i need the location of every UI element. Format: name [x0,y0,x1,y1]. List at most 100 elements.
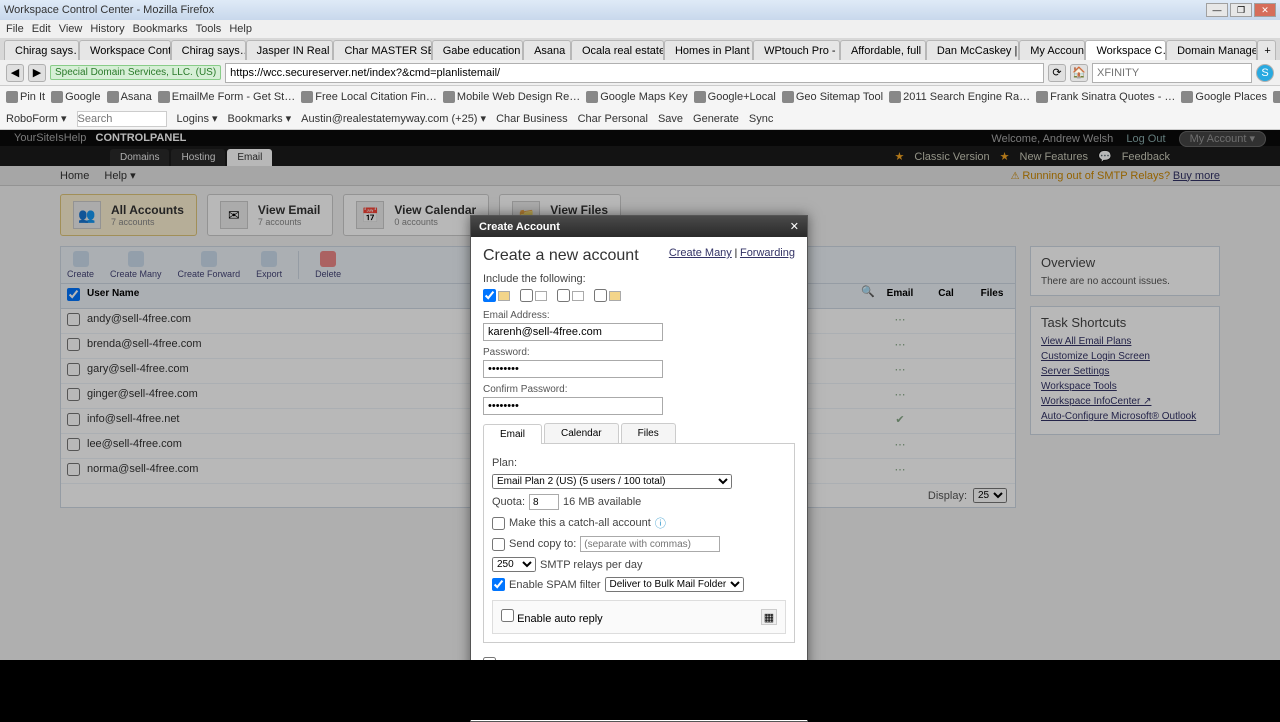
modal-close-icon[interactable]: ✕ [790,220,799,233]
password-field[interactable] [483,360,663,378]
favicon-icon [107,91,119,103]
menu-file[interactable]: File [6,23,24,35]
spam-action-select[interactable]: Deliver to Bulk Mail Folder [605,577,744,592]
browser-tab[interactable]: Chirag says… [4,40,79,60]
bookmark-item[interactable]: Geo Sitemap Tool [782,91,883,103]
rf-generate[interactable]: Generate [693,113,739,125]
autoreply-checkbox[interactable] [501,609,514,622]
minimize-button[interactable]: — [1206,3,1228,17]
browser-tab[interactable]: Ocala real estate… [571,40,664,60]
window-titlebar: Workspace Control Center - Mozilla Firef… [0,0,1280,20]
bookmark-item[interactable]: Google+Local [694,91,776,103]
favicon-icon [694,91,706,103]
browser-tab[interactable]: Asana [523,40,571,60]
favicon-icon [1181,91,1193,103]
create-many-link[interactable]: Create Many [669,247,732,259]
menu-view[interactable]: View [59,23,83,35]
bookmark-item[interactable]: Google Places [1181,91,1267,103]
browser-tabs: Chirag says…Workspace Cont…Chirag says…J… [0,38,1280,60]
maximize-button[interactable]: ❐ [1230,3,1252,17]
browser-tab[interactable]: Chirag says… [171,40,246,60]
plan-select[interactable]: Email Plan 2 (US) (5 users / 100 total) [492,474,732,489]
bookmark-item[interactable]: https://plus.google.co… [1273,91,1280,103]
include-cal-checkbox[interactable] [520,289,533,302]
browser-tab[interactable]: My Account [1019,40,1085,60]
mail-icon [498,291,510,301]
browser-tab[interactable]: Workspace C… [1085,40,1166,60]
email-field[interactable] [483,323,663,341]
quota-input[interactable] [529,494,559,510]
rf-save[interactable]: Save [658,113,683,125]
home-button[interactable]: 🏠 [1070,64,1088,82]
expand-icon[interactable]: ▦ [761,609,777,625]
close-button[interactable]: ✕ [1254,3,1276,17]
search-input[interactable] [1092,63,1252,83]
favicon-icon [1036,91,1048,103]
browser-tab[interactable]: Jasper IN Real … [246,40,334,60]
new-tab-button[interactable]: + [1257,40,1276,60]
bookmark-item[interactable]: Free Local Citation Fin… [301,91,437,103]
logins-menu[interactable]: Logins ▾ [177,112,218,125]
bookmark-item[interactable]: Pin It [6,91,45,103]
catchall-checkbox[interactable] [492,517,505,530]
roboform-toolbar: RoboForm ▾ Logins ▾ Bookmarks ▾ Austin@r… [0,108,1280,130]
include-email-checkbox[interactable] [483,289,496,302]
roboform-search[interactable] [77,111,167,127]
browser-tab[interactable]: Affordable, full … [840,40,926,60]
tab-files[interactable]: Files [621,423,676,443]
favicon-icon [6,91,18,103]
confirm-password-field[interactable] [483,397,663,415]
skype-icon[interactable]: S [1256,64,1274,82]
tab-email[interactable]: Email [483,424,542,444]
reload-button[interactable]: ⟳ [1048,64,1066,82]
rf-sync[interactable]: Sync [749,113,773,125]
browser-tab[interactable]: Homes in Plant … [664,40,753,60]
menu-tools[interactable]: Tools [196,23,222,35]
sendcopy-checkbox[interactable] [492,538,505,551]
rf-bookmarks-menu[interactable]: Bookmarks ▾ [228,112,292,125]
bookmark-item[interactable]: Google [51,91,100,103]
favicon-icon [782,91,794,103]
include-files-checkbox[interactable] [557,289,570,302]
bookmark-item[interactable]: Frank Sinatra Quotes - … [1036,91,1175,103]
roboform-menu[interactable]: RoboForm ▾ [6,112,67,125]
browser-tab[interactable]: Dan McCaskey | … [926,40,1019,60]
menubar: File Edit View History Bookmarks Tools Help [0,20,1280,38]
sendcopy-field[interactable] [580,536,720,552]
browser-tab[interactable]: Workspace Cont… [79,40,171,60]
favicon-icon [443,91,455,103]
menu-history[interactable]: History [90,23,124,35]
url-input[interactable] [225,63,1044,83]
browser-tab[interactable]: WPtouch Pro - … [753,40,840,60]
browser-tab[interactable]: Domain Manage… [1166,40,1257,60]
window-buttons: — ❐ ✕ [1206,3,1276,17]
bookmark-item[interactable]: Mobile Web Design Re… [443,91,580,103]
letterbox [0,660,1280,720]
identity-menu[interactable]: Austin@realestatemyway.com (+25) ▾ [301,112,486,125]
char-personal[interactable]: Char Personal [578,113,648,125]
include-fax-checkbox[interactable] [594,289,607,302]
menu-help[interactable]: Help [229,23,252,35]
forward-button[interactable]: ▶ [28,64,46,82]
char-business[interactable]: Char Business [496,113,568,125]
bookmark-item[interactable]: Google Maps Key [586,91,687,103]
smtp-select[interactable]: 250 [492,557,536,572]
bookmark-item[interactable]: 2011 Search Engine Ra… [889,91,1030,103]
bookmarks-bar: Pin It Google Asana EmailMe Form - Get St… F… [0,86,1280,108]
help-icon[interactable]: ⓘ [655,515,666,531]
browser-tab[interactable]: Char MASTER SE… [333,40,431,60]
tab-calendar[interactable]: Calendar [544,423,619,443]
favicon-icon [158,91,170,103]
files-icon [572,291,584,301]
site-identity[interactable]: Special Domain Services, LLC. (US) [50,65,221,80]
autoreply-section: Enable auto reply ▦ [492,600,786,634]
spam-checkbox[interactable] [492,578,505,591]
favicon-icon [586,91,598,103]
menu-edit[interactable]: Edit [32,23,51,35]
browser-tab[interactable]: Gabe education … [432,40,523,60]
back-button[interactable]: ◀ [6,64,24,82]
forwarding-link[interactable]: Forwarding [740,247,795,259]
bookmark-item[interactable]: EmailMe Form - Get St… [158,91,295,103]
menu-bookmarks[interactable]: Bookmarks [133,23,188,35]
bookmark-item[interactable]: Asana [107,91,152,103]
